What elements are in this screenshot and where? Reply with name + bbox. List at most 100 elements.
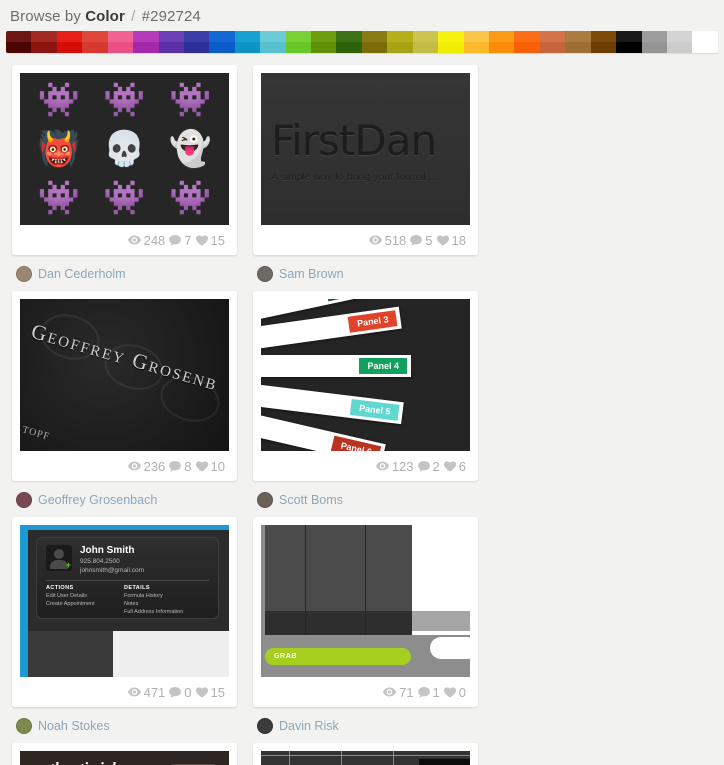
avatar[interactable] (257, 718, 273, 734)
firstdance-title: FirstDan (271, 115, 437, 165)
color-swatch-red-salmon[interactable] (82, 31, 108, 53)
comments-stat[interactable]: 0 (169, 685, 192, 700)
shot-thumbnail[interactable]: FirstDan A simple way to bring your forma… (261, 73, 470, 225)
swatch-bottom (412, 42, 439, 53)
avatar[interactable] (16, 718, 32, 734)
color-swatch-green-light[interactable] (285, 31, 312, 53)
swatch-top (183, 31, 210, 42)
comments-stat[interactable]: 5 (410, 233, 433, 248)
swatch-bottom (666, 42, 693, 53)
color-swatch-blue[interactable] (209, 31, 235, 53)
swatch-bottom (361, 42, 388, 53)
author-name-link[interactable]: Sam Brown (279, 267, 344, 281)
detail-item[interactable]: Formula History (124, 593, 183, 599)
detail-item[interactable]: Notes (124, 601, 183, 607)
shot-author[interactable]: Noah Stokes (12, 707, 237, 737)
likes-stat[interactable]: 10 (195, 459, 225, 474)
shot-card-geoffrey-grosenbach-card[interactable]: Geoffrey Grosenb topf 236 8 10 (12, 291, 237, 481)
invader-glyph: 👻 (168, 128, 212, 169)
color-swatch-olive[interactable] (361, 31, 388, 53)
color-swatch-gray[interactable] (641, 31, 667, 53)
shot-thumbnail[interactable]: Geoffrey Grosenb topf (20, 299, 229, 451)
shot-card-fanned-panels[interactable]: Panel 2 Panel 3 Panel 4 Panel 5 Panel 6 123 2 6 (253, 291, 478, 481)
shot-thumbnail[interactable]: 👾 👾 👾 👹 💀 👻 👾 👾 👾 (20, 73, 229, 225)
shot-author[interactable]: Scott Boms (253, 481, 478, 511)
action-item[interactable]: Create Appointment (46, 601, 108, 607)
color-swatch-green-olive[interactable] (311, 31, 337, 53)
color-swatch-green-dark[interactable] (336, 31, 362, 53)
shot-thumbnail[interactable]: pE (261, 751, 470, 765)
shot-author[interactable]: Davin Risk (253, 707, 478, 737)
shot-thumbnail[interactable]: Panel 2 Panel 3 Panel 4 Panel 5 Panel 6 (261, 299, 470, 451)
color-swatch-indigo[interactable] (183, 31, 210, 53)
color-swatch-yellow-olive[interactable] (387, 31, 413, 53)
color-swatch-red-brick[interactable] (31, 31, 57, 53)
author-name-link[interactable]: Noah Stokes (38, 719, 110, 733)
action-item[interactable]: Edit User Details (46, 593, 108, 599)
views-stat: 518 (368, 233, 406, 248)
color-swatch-white[interactable] (692, 31, 718, 53)
detail-item[interactable]: Full Address Information (124, 609, 183, 615)
shot-card-contact-card-ui[interactable]: + John Smith 925.804.2500 johnsmith@gmail.c… (12, 517, 237, 707)
color-swatch-red[interactable] (56, 31, 83, 53)
swatch-top (158, 31, 184, 42)
color-swatch-near-black[interactable] (616, 31, 642, 53)
shot-card-iconfans-type[interactable]: pE9622post at iconfans.comiconfans (253, 743, 478, 765)
likes-stat[interactable]: 6 (443, 459, 466, 474)
comments-stat[interactable]: 2 (417, 459, 440, 474)
shot-author[interactable]: Dan Cederholm (12, 255, 237, 285)
shot-thumbnail[interactable]: + John Smith 925.804.2500 johnsmith@gmail.c… (20, 525, 229, 677)
author-name-link[interactable]: Geoffrey Grosenbach (38, 493, 157, 507)
color-swatch-yellow-orange[interactable] (463, 31, 490, 53)
shot-thumbnail[interactable]: GRAB (261, 525, 470, 677)
avatar[interactable] (16, 266, 32, 282)
color-swatch-purple[interactable] (158, 31, 184, 53)
likes-stat[interactable]: 0 (443, 685, 466, 700)
author-name-link[interactable]: Dan Cederholm (38, 267, 126, 281)
author-name-link[interactable]: Davin Risk (279, 719, 339, 733)
shot-card-firstdance[interactable]: FirstDan A simple way to bring your forma… (253, 65, 478, 255)
shot-card-grab-ui[interactable]: GRAB 71 1 0 (253, 517, 478, 707)
color-swatch-dark-red[interactable] (6, 31, 32, 53)
color-swatch-magenta[interactable] (133, 31, 159, 53)
firstdance-subtitle: A simple way to bring your formal … (271, 170, 440, 183)
grab-button[interactable]: GRAB (265, 648, 411, 665)
color-swatch-orange-brown[interactable] (539, 31, 566, 53)
contact-card-art: + John Smith 925.804.2500 johnsmith@gmail.c… (20, 525, 229, 677)
color-swatch-yellow-dull[interactable] (412, 31, 439, 53)
color-palette-bar[interactable] (6, 31, 718, 53)
comments-count: 8 (184, 458, 192, 474)
color-swatch-sky-blue[interactable] (234, 31, 261, 53)
color-swatch-orange-deep[interactable] (514, 31, 540, 53)
browse-by-color-page: Browse by Color / #292724 👾 👾 👾 👹 💀 👻 👾 👾 👾 248 7 1… (0, 0, 724, 765)
avatar[interactable] (257, 266, 273, 282)
shot-author[interactable]: Sam Brown (253, 255, 478, 285)
views-stat: 248 (127, 233, 165, 248)
color-swatch-light-gray[interactable] (666, 31, 693, 53)
eye-icon (375, 461, 389, 471)
comment-bubble-icon (169, 686, 182, 698)
color-swatch-pink[interactable] (107, 31, 134, 53)
shot-card-authentic-jobs[interactable]: authentic jobsBETASince 2005ALL JOBSAllF… (12, 743, 237, 765)
current-color-hex: #292724 (141, 8, 201, 25)
color-swatch-cyan[interactable] (260, 31, 286, 53)
comments-stat[interactable]: 1 (417, 685, 440, 700)
likes-stat[interactable]: 15 (195, 685, 225, 700)
shot-author[interactable]: Geoffrey Grosenbach (12, 481, 237, 511)
avatar[interactable] (257, 492, 273, 508)
comments-stat[interactable]: 7 (169, 233, 192, 248)
author-name-link[interactable]: Scott Boms (279, 493, 343, 507)
invader-glyph: 👾 (168, 79, 212, 120)
likes-stat[interactable]: 15 (195, 233, 225, 248)
browse-color-link[interactable]: Color (85, 8, 125, 25)
comments-stat[interactable]: 8 (169, 458, 192, 474)
color-swatch-yellow[interactable] (438, 31, 464, 53)
avatar[interactable] (16, 492, 32, 508)
swatch-top (209, 31, 235, 42)
color-swatch-brown[interactable] (590, 31, 617, 53)
color-swatch-brown-tan[interactable] (565, 31, 591, 53)
shot-card-space-invaders[interactable]: 👾 👾 👾 👹 💀 👻 👾 👾 👾 248 7 15 (12, 65, 237, 255)
likes-stat[interactable]: 18 (436, 233, 466, 248)
shot-thumbnail[interactable]: authentic jobsBETASince 2005ALL JOBSAllF… (20, 751, 229, 765)
color-swatch-orange[interactable] (489, 31, 515, 53)
